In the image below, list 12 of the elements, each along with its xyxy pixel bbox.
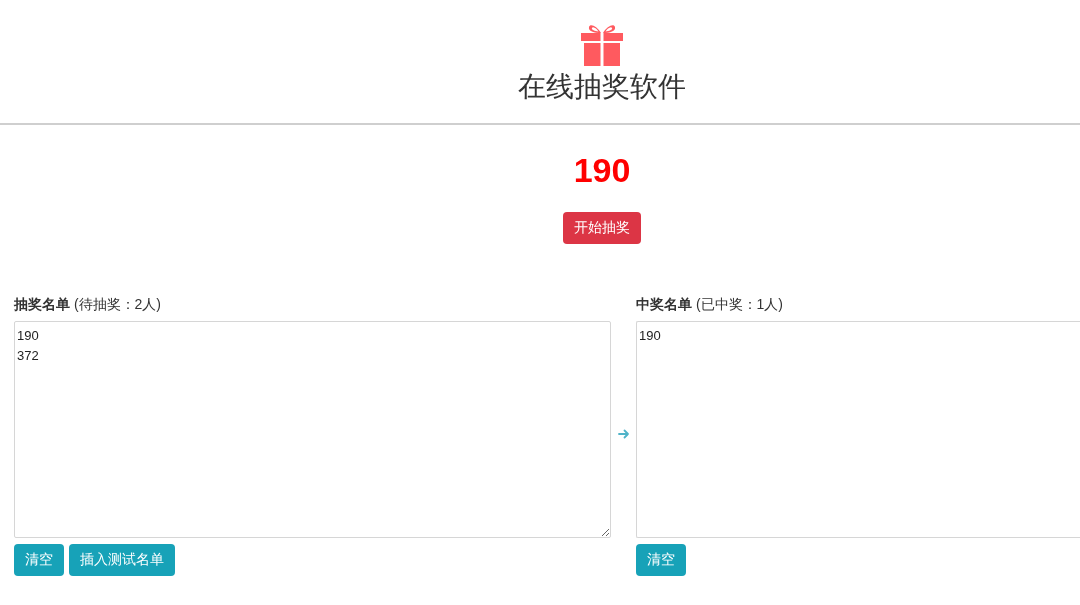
- list-button[interactable]: 清空: [14, 544, 64, 576]
- app-title: 在线抽奖软件: [518, 70, 686, 104]
- list-field[interactable]: 190: [636, 321, 1080, 538]
- list-field[interactable]: 190 372: [14, 321, 611, 538]
- list-label: 中奖名单 (已中奖：1人): [636, 295, 784, 314]
- list-label: 抽奖名单 (待抽奖：2人): [14, 295, 162, 314]
- arrow-right-icon: [617, 428, 630, 439]
- list-button[interactable]: 清空: [636, 544, 686, 576]
- drawn-number: 190: [573, 150, 631, 190]
- gift-icon: [580, 22, 624, 66]
- list-button[interactable]: 插入测试名单: [69, 544, 175, 576]
- start-draw-button[interactable]: 开始抽奖: [563, 212, 641, 244]
